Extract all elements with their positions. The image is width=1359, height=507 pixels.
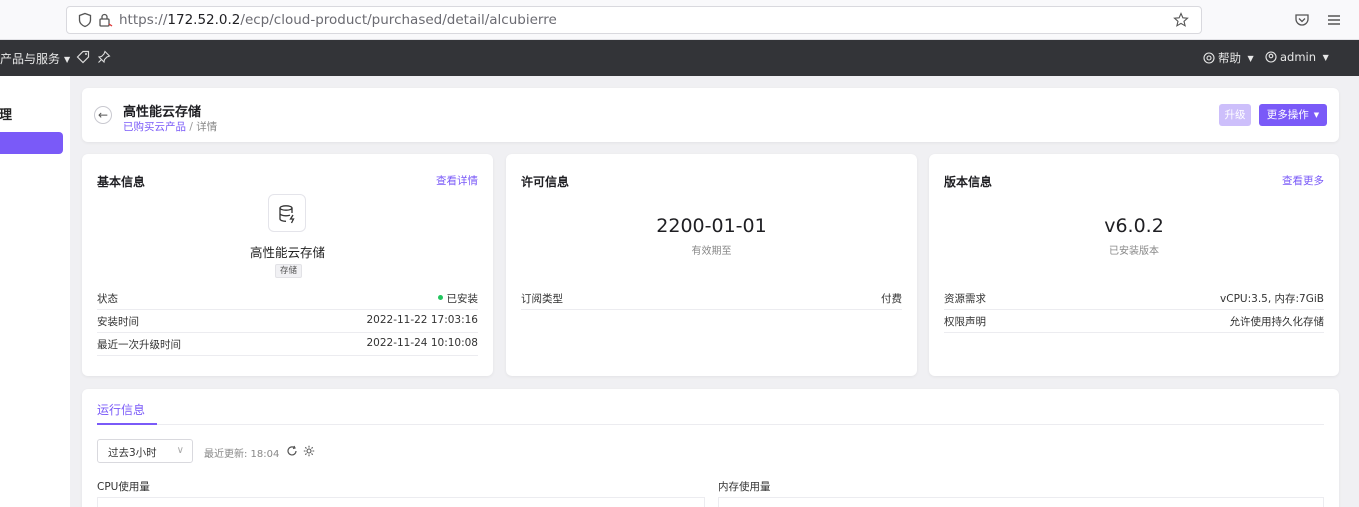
- installed-version-label: 已安装版本: [1109, 246, 1159, 257]
- cpu-usage-label: CPU使用量: [97, 481, 150, 493]
- license-info-title: 许可信息: [521, 175, 570, 189]
- caret-down-icon: ▼: [1320, 53, 1329, 62]
- products-menu-label: 产品与服务: [0, 52, 61, 66]
- kv-row-upgrade-time: 最近一次升级时间 2022-11-24 10:10:08: [97, 333, 478, 356]
- breadcrumb-parent-link[interactable]: 已购买云产品: [123, 121, 186, 133]
- caret-down-icon: ▼: [1313, 111, 1320, 119]
- upgrade-button[interactable]: 升级: [1219, 104, 1251, 126]
- database-lightning-icon: [279, 205, 295, 224]
- view-more-link[interactable]: 查看更多: [1282, 173, 1324, 188]
- kv-row-install-time: 安装时间 2022-11-22 17:03:16: [97, 310, 478, 333]
- help-menu[interactable]: 帮助 ▼: [1203, 50, 1254, 66]
- help-label: 帮助: [1218, 51, 1241, 65]
- breadcrumb-separator: /: [186, 121, 197, 133]
- hamburger-menu-icon[interactable]: [1326, 12, 1342, 28]
- gear-icon[interactable]: [303, 445, 315, 457]
- address-bar[interactable]: https://172.52.0.2/ecp/cloud-product/pur…: [66, 6, 1202, 34]
- kv-value: 付费: [881, 293, 902, 305]
- pocket-icon[interactable]: [1294, 12, 1310, 28]
- kv-row-subscription: 订阅类型 付费: [521, 287, 902, 310]
- status-badge: 已安装: [446, 293, 479, 305]
- caret-down-icon: ▼: [64, 55, 71, 64]
- kv-value: 2022-11-24 10:10:08: [366, 337, 478, 349]
- last-update-text: 最近更新: 18:04: [204, 449, 280, 460]
- basic-info-card: 基本信息 查看详情 高性能云存储 存储 状态 已安装 安装时间 2022-11-…: [82, 154, 493, 376]
- chevron-down-icon: ∨: [176, 445, 184, 456]
- lock-icon[interactable]: [97, 12, 113, 28]
- version-info-title: 版本信息: [944, 175, 993, 189]
- kv-row-permissions: 权限声明 允许使用持久化存储: [944, 310, 1324, 333]
- pin-icon[interactable]: [97, 50, 111, 64]
- refresh-icon[interactable]: [286, 445, 298, 457]
- kv-row-resources: 资源需求 vCPU:3.5, 内存:7GiB: [944, 287, 1324, 310]
- kv-key: 权限声明: [944, 316, 986, 328]
- kv-value: 2022-11-22 17:03:16: [366, 314, 478, 326]
- help-icon: [1203, 52, 1215, 64]
- more-actions-label: 更多操作: [1266, 109, 1309, 121]
- product-name: 高性能云存储: [249, 245, 325, 260]
- user-label: admin: [1280, 50, 1317, 64]
- installed-version: v6.0.2: [1104, 215, 1164, 237]
- kv-key: 最近一次升级时间: [97, 339, 181, 351]
- license-expiry-label: 有效期至: [691, 246, 732, 257]
- tab-divider: [97, 424, 1324, 425]
- product-tag: 存储: [275, 264, 303, 278]
- cpu-usage-chart: [97, 497, 705, 507]
- breadcrumb-current: 详情: [196, 121, 218, 133]
- arrow-left-icon: ←: [97, 108, 109, 122]
- time-range-select[interactable]: 过去3小时 ∨: [97, 439, 193, 463]
- license-info-card: 许可信息 2200-01-01 有效期至 订阅类型 付费: [506, 154, 917, 376]
- kv-key: 资源需求: [944, 293, 986, 305]
- shield-icon[interactable]: [77, 12, 93, 28]
- caret-down-icon: ▼: [1245, 54, 1254, 63]
- kv-key: 订阅类型: [521, 293, 563, 305]
- browser-toolbar: https://172.52.0.2/ecp/cloud-product/pur…: [0, 0, 1359, 40]
- app-top-nav: 产品与服务 ▼ 帮助 ▼ admin ▼: [0, 40, 1359, 76]
- active-tab-indicator: [97, 423, 157, 425]
- status-value: 已安装: [437, 291, 479, 306]
- user-icon: [1265, 51, 1277, 63]
- storage-product-icon: [268, 194, 306, 232]
- kv-key: 安装时间: [97, 316, 139, 328]
- version-info-card: 版本信息 查看更多 v6.0.2 已安装版本 资源需求 vCPU:3.5, 内存…: [929, 154, 1339, 376]
- page-title: 高性能云存储: [123, 105, 202, 120]
- back-button[interactable]: ←: [94, 106, 112, 124]
- user-menu[interactable]: admin ▼: [1265, 50, 1329, 64]
- url-text[interactable]: https://172.52.0.2/ecp/cloud-product/pur…: [119, 12, 557, 28]
- runtime-info-card: 运行信息 过去3小时 ∨ 最近更新: 18:04 CPU使用量 内存使用量: [82, 389, 1339, 507]
- time-range-value: 过去3小时: [108, 447, 157, 459]
- breadcrumb: 已购买云产品 / 详情: [123, 119, 217, 134]
- sidebar-item-active[interactable]: [0, 132, 63, 154]
- basic-info-title: 基本信息: [97, 175, 146, 189]
- more-actions-button[interactable]: 更多操作 ▼: [1259, 104, 1327, 126]
- kv-value: 允许使用持久化存储: [1229, 316, 1325, 328]
- sidebar-title: 管理: [0, 108, 13, 123]
- bookmark-star-icon[interactable]: [1173, 12, 1189, 28]
- memory-usage-chart: [718, 497, 1324, 507]
- status-dot-icon: [437, 295, 443, 300]
- view-details-link[interactable]: 查看详情: [436, 173, 478, 188]
- kv-key: 状态: [97, 293, 118, 305]
- memory-usage-label: 内存使用量: [718, 481, 771, 493]
- sidebar: 管理: [0, 76, 70, 507]
- page-header: ← 高性能云存储 已购买云产品 / 详情 升级 更多操作 ▼: [82, 88, 1339, 142]
- tag-icon[interactable]: [76, 50, 90, 64]
- kv-row-status: 状态 已安装: [97, 287, 478, 310]
- kv-value: vCPU:3.5, 内存:7GiB: [1220, 293, 1324, 305]
- license-expiry-date: 2200-01-01: [656, 215, 767, 237]
- tab-runtime-info[interactable]: 运行信息: [97, 401, 145, 418]
- products-menu[interactable]: 产品与服务 ▼: [0, 50, 70, 67]
